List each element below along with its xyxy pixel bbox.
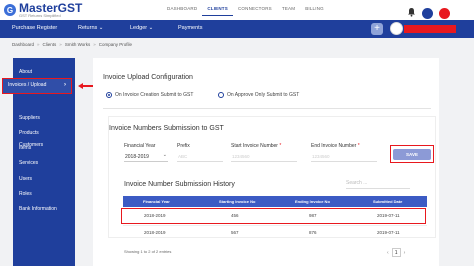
- breadcrumb-dashboard[interactable]: Dashboard: [12, 42, 34, 47]
- chevron-down-icon: ⌄: [148, 25, 154, 31]
- breadcrumb-current: Company Profile: [98, 42, 133, 47]
- financial-year-select[interactable]: 2018-2019 ⌄: [124, 152, 168, 162]
- top-nav-dashboard[interactable]: DASHBOARD: [162, 0, 202, 16]
- table-cell: 2018-2019: [144, 230, 166, 235]
- breadcrumb-separator: »: [93, 42, 96, 47]
- nav-ledger[interactable]: Ledger ⌄: [130, 25, 153, 31]
- sidebar-item-invoices-upload[interactable]: Invoices / Upload: [2, 78, 72, 94]
- radio-label: On Invoice Creation Submit to GST: [115, 92, 194, 98]
- top-nav-clients[interactable]: CLIENTS: [202, 0, 233, 16]
- radio-unselected-icon: [218, 92, 224, 98]
- column-header: Starting Invoice No: [219, 199, 256, 204]
- prefix-input[interactable]: ABC: [177, 152, 223, 162]
- start-invoice-label: Start Invoice Number *: [231, 143, 281, 149]
- sidebar-item-products[interactable]: Products: [19, 130, 39, 136]
- chevron-down-icon: ⌄: [162, 152, 167, 158]
- sidebar-item-services[interactable]: Services: [19, 160, 38, 166]
- brand-logo[interactable]: G MasterGST GST Returns Simplified: [4, 1, 82, 19]
- page-number-button[interactable]: 1: [391, 248, 401, 257]
- table-row[interactable]: 2018-2019 567 876 2019-07-11: [123, 225, 427, 237]
- top-nav-billing[interactable]: BILLING: [300, 0, 329, 16]
- table-cell: 2019-07-11: [377, 230, 400, 235]
- top-nav-team[interactable]: TEAM: [277, 0, 300, 16]
- nav-payments[interactable]: Payments: [178, 25, 202, 31]
- financial-year-value: 2018-2019: [125, 154, 149, 160]
- save-button[interactable]: SAVE: [393, 149, 431, 160]
- column-header: Ending Invoice No: [295, 199, 330, 204]
- top-nav-connectors[interactable]: CONNECTORS: [233, 0, 277, 16]
- nav-purchase-register[interactable]: Purchase Register: [12, 25, 57, 31]
- radio-label: On Approve Only Submit to GST: [227, 92, 300, 98]
- divider: [103, 108, 431, 109]
- nav-returns-label: Returns: [78, 25, 98, 31]
- end-invoice-label-text: End Invoice Number: [311, 143, 357, 149]
- breadcrumb-clients[interactable]: Clients: [43, 42, 57, 47]
- sidebar-item-suppliers[interactable]: Suppliers: [19, 115, 40, 121]
- financial-year-label: Financial Year: [124, 143, 156, 149]
- radio-on-invoice-creation[interactable]: On Invoice Creation Submit to GST: [106, 92, 193, 98]
- sidebar-item-about[interactable]: About: [19, 69, 32, 75]
- prev-page-button[interactable]: ‹: [387, 250, 389, 256]
- company-avatar[interactable]: [390, 22, 403, 35]
- sidebar-item-items[interactable]: Items: [19, 145, 31, 151]
- sidebar-item-users[interactable]: Users: [19, 176, 32, 182]
- prefix-placeholder: ABC: [178, 154, 188, 159]
- radio-selected-icon: [106, 92, 112, 98]
- notification-avatar[interactable]: [422, 7, 433, 19]
- breadcrumb-separator: »: [59, 42, 62, 47]
- column-header: Submitted Date: [373, 199, 403, 204]
- entries-summary: Showing 1 to 2 of 2 entries: [124, 249, 172, 254]
- required-asterisk: *: [357, 143, 360, 149]
- prefix-label: Prefix: [177, 143, 190, 149]
- radio-on-approve-only[interactable]: On Approve Only Submit to GST: [218, 92, 299, 98]
- breadcrumb-client[interactable]: Smith Works: [65, 42, 90, 47]
- history-search-input[interactable]: Search ...: [346, 177, 410, 189]
- redacted-company-name: [404, 25, 456, 33]
- sidebar-item-roles[interactable]: Roles: [19, 191, 32, 197]
- pagination: ‹ 1 ›: [387, 248, 405, 257]
- end-invoice-placeholder: 1234560: [312, 154, 330, 159]
- add-button[interactable]: +: [371, 23, 383, 35]
- start-invoice-input[interactable]: 1234560: [231, 152, 297, 162]
- top-bar: G MasterGST GST Returns Simplified DASHB…: [0, 0, 474, 20]
- start-invoice-placeholder: 1234560: [232, 154, 250, 159]
- table-cell: 876: [309, 230, 317, 235]
- end-invoice-input[interactable]: 1234560: [311, 152, 377, 162]
- user-menu-avatar[interactable]: [439, 7, 450, 19]
- breadcrumb-separator: »: [37, 42, 40, 47]
- end-invoice-label: End Invoice Number *: [311, 143, 360, 149]
- history-title: Invoice Number Submission History: [124, 181, 235, 188]
- top-nav: DASHBOARD CLIENTS CONNECTORS TEAM BILLIN…: [162, 0, 329, 16]
- sidebar-item-bank-information[interactable]: Bank Information: [19, 206, 57, 212]
- history-table-header: Financial Year Starting Invoice No Endin…: [123, 196, 427, 207]
- submission-title: Invoice Numbers Submission to GST: [109, 125, 224, 132]
- nav-ledger-label: Ledger: [130, 25, 148, 31]
- nav-returns[interactable]: Returns ⌄: [78, 25, 103, 31]
- chevron-right-icon: ›: [64, 82, 66, 88]
- brand-name: MasterGST: [19, 0, 83, 15]
- table-cell: 567: [231, 230, 239, 235]
- breadcrumb: Dashboard» Clients» Smith Works» Company…: [12, 42, 132, 47]
- required-asterisk: *: [279, 143, 282, 149]
- logo-mark: G: [4, 4, 16, 16]
- next-page-button[interactable]: ›: [404, 250, 406, 256]
- chevron-down-icon: ⌄: [98, 25, 104, 31]
- column-header: Financial Year: [143, 199, 170, 204]
- start-invoice-label-text: Start Invoice Number: [231, 143, 278, 149]
- row-highlight: [121, 208, 426, 224]
- upload-config-title: Invoice Upload Configuration: [103, 74, 193, 81]
- sidebar-item-label: Invoices / Upload: [8, 82, 47, 88]
